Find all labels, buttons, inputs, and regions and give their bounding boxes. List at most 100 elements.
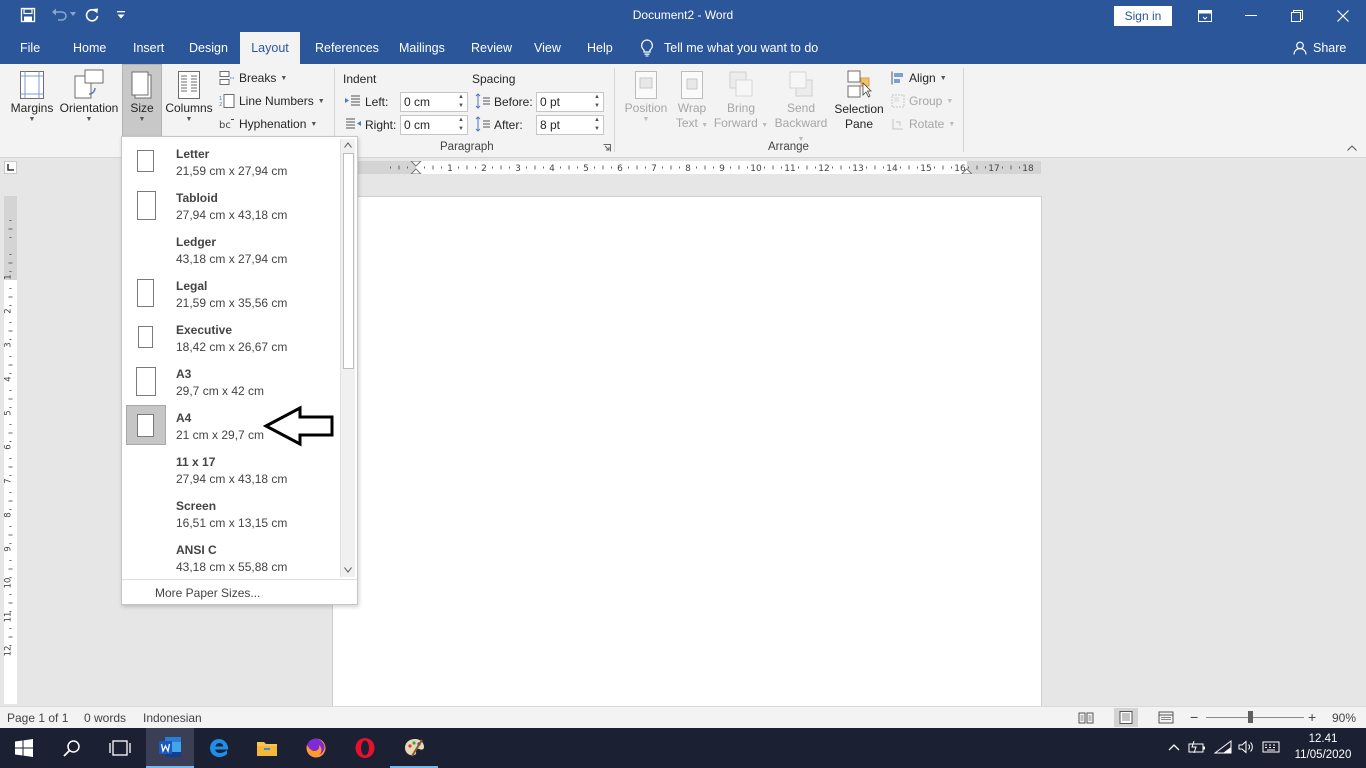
size-option-ledger[interactable]: Ledger 43,18 cm x 27,94 cm [124,227,340,271]
position-button[interactable]: Position ▼ [620,64,672,142]
collapse-ribbon-icon[interactable] [1347,145,1357,151]
indent-left-input[interactable]: 0 cm ▲ ▼ [400,92,468,112]
battery-icon[interactable] [1188,740,1206,754]
file-explorer-icon[interactable] [243,728,291,768]
tab-view[interactable]: View [524,32,571,64]
size-option-screen[interactable]: Screen 16,51 cm x 13,15 cm [124,491,340,535]
ruler-number: 14 [886,164,898,174]
size-option-a3[interactable]: A3 29,7 cm x 42 cm [124,359,340,403]
tab-mailings[interactable]: Mailings [389,32,455,64]
size-option-tabloid[interactable]: Tabloid 27,94 cm x 43,18 cm [124,183,340,227]
ruler-number: 2 [4,308,14,313]
tab-review[interactable]: Review [461,32,522,64]
size-option-11x17[interactable]: 11 x 17 27,94 cm x 43,18 cm [124,447,340,491]
tell-me-search[interactable]: Tell me what you want to do [640,32,818,64]
page-count[interactable]: Page 1 of 1 [7,711,68,725]
tab-file[interactable]: File [10,32,50,64]
group-button[interactable]: Group ▼ [891,91,953,111]
ruler-number: 9 [4,546,14,551]
wrap-text-button[interactable]: Wrap Text ▼ [672,64,712,142]
web-layout-icon[interactable] [1158,711,1174,724]
scroll-up-icon[interactable] [344,142,352,148]
tab-selector[interactable] [4,161,17,174]
restore-icon[interactable] [1274,0,1320,32]
ruler-number: 6 [617,164,623,174]
wifi-icon[interactable] [1214,740,1232,754]
zoom-out-icon[interactable]: − [1190,709,1198,725]
share-button[interactable]: Share [1293,32,1346,64]
columns-icon [178,71,200,99]
opera-icon[interactable] [341,728,389,768]
size-option-ansi-c[interactable]: ANSI C 43,18 cm x 55,88 cm [124,535,340,579]
size-button[interactable]: Size ▼ [122,64,162,142]
zoom-in-icon[interactable]: + [1308,709,1316,725]
print-layout-icon [1119,711,1133,724]
ruler-number: 6 [4,444,14,449]
dropdown-scrollbar[interactable] [340,139,355,577]
indent-right-input[interactable]: 0 cm ▲ ▼ [400,115,468,135]
paragraph-dialog-launcher-icon[interactable] [603,144,611,152]
spacing-after-label: After: [494,118,523,132]
word-count[interactable]: 0 words [84,711,126,725]
tab-layout[interactable]: Layout [240,32,300,64]
ribbon-display-options-icon[interactable] [1182,0,1228,32]
volume-icon[interactable] [1238,740,1256,754]
tab-design[interactable]: Design [179,32,238,64]
keyboard-icon[interactable] [1262,740,1280,754]
scroll-down-icon[interactable] [344,567,352,573]
send-backward-button[interactable]: Send Backward ▼ [770,64,832,143]
group-separator [963,68,964,152]
word-taskbar-icon[interactable] [146,728,194,768]
orientation-button[interactable]: Orientation ▼ [58,64,120,142]
page-icon [137,150,154,172]
taskbar-clock[interactable]: 12.41 11/05/2020 [1290,731,1356,763]
more-paper-sizes-link[interactable]: More Paper Sizes... [122,579,357,605]
ruler-number: 11 [784,164,795,174]
ribbon-tabs: File Home Insert Design Layout Reference… [0,32,1366,64]
sign-in-button[interactable]: Sign in [1114,6,1172,26]
show-hidden-icons-icon[interactable] [1168,743,1180,751]
zoom-slider[interactable] [1206,717,1304,718]
columns-button[interactable]: Columns ▼ [163,64,215,142]
paint-icon[interactable] [390,728,438,768]
horizontal-ruler[interactable]: 1 2 3 4 5 6 7 8 9 10 11 12 13 14 15 16 17 18 [358,161,1041,174]
margins-button[interactable]: Margins ▼ [6,64,58,142]
document-page[interactable] [332,196,1042,708]
wrap-text-icon [681,71,703,99]
language-indicator[interactable]: Indonesian [143,711,202,725]
zoom-slider-thumb[interactable] [1248,711,1253,723]
tab-home[interactable]: Home [63,32,116,64]
zoom-level[interactable]: 90% [1332,711,1356,725]
size-option-legal[interactable]: Legal 21,59 cm x 35,56 cm [124,271,340,315]
align-button[interactable]: Align ▼ [891,68,947,88]
size-option-executive[interactable]: Executive 18,42 cm x 26,67 cm [124,315,340,359]
spacing-before-label: Before: [494,95,533,109]
spacing-before-icon [475,93,490,109]
edge-icon[interactable] [195,728,243,768]
read-mode-icon[interactable] [1078,711,1094,724]
task-view-icon[interactable] [96,728,144,768]
selection-pane-button[interactable]: Selection Pane [832,64,886,142]
tab-insert[interactable]: Insert [123,32,174,64]
size-option-letter[interactable]: Letter 21,59 cm x 27,94 cm [124,139,340,183]
tab-references[interactable]: References [305,32,389,64]
search-icon[interactable] [48,728,96,768]
page-icon [136,367,156,396]
scrollbar-thumb[interactable] [343,153,354,369]
group-separator [614,68,615,152]
line-numbers-button[interactable]: 12 Line Numbers ▼ [219,91,325,111]
spacing-before-input[interactable]: 0 pt ▲ ▼ [536,92,604,112]
rotate-button[interactable]: Rotate ▼ [891,114,955,134]
windows-start-icon[interactable] [0,728,48,768]
bring-forward-button[interactable]: Bring Forward ▼ [712,64,770,142]
close-icon[interactable] [1320,0,1366,32]
vertical-ruler[interactable]: 1 2 3 4 5 6 7 8 9 10 11 12 [4,196,17,704]
firefox-icon[interactable] [292,728,340,768]
tab-help[interactable]: Help [577,32,623,64]
minimize-icon[interactable] [1228,0,1274,32]
breaks-button[interactable]: Breaks ▼ [219,68,287,88]
spacing-after-input[interactable]: 8 pt ▲ ▼ [536,115,604,135]
ruler-number: 4 [4,376,14,381]
hyphenation-button[interactable]: bc Hyphenation ▼ [219,114,317,134]
print-layout-button[interactable] [1114,708,1138,727]
